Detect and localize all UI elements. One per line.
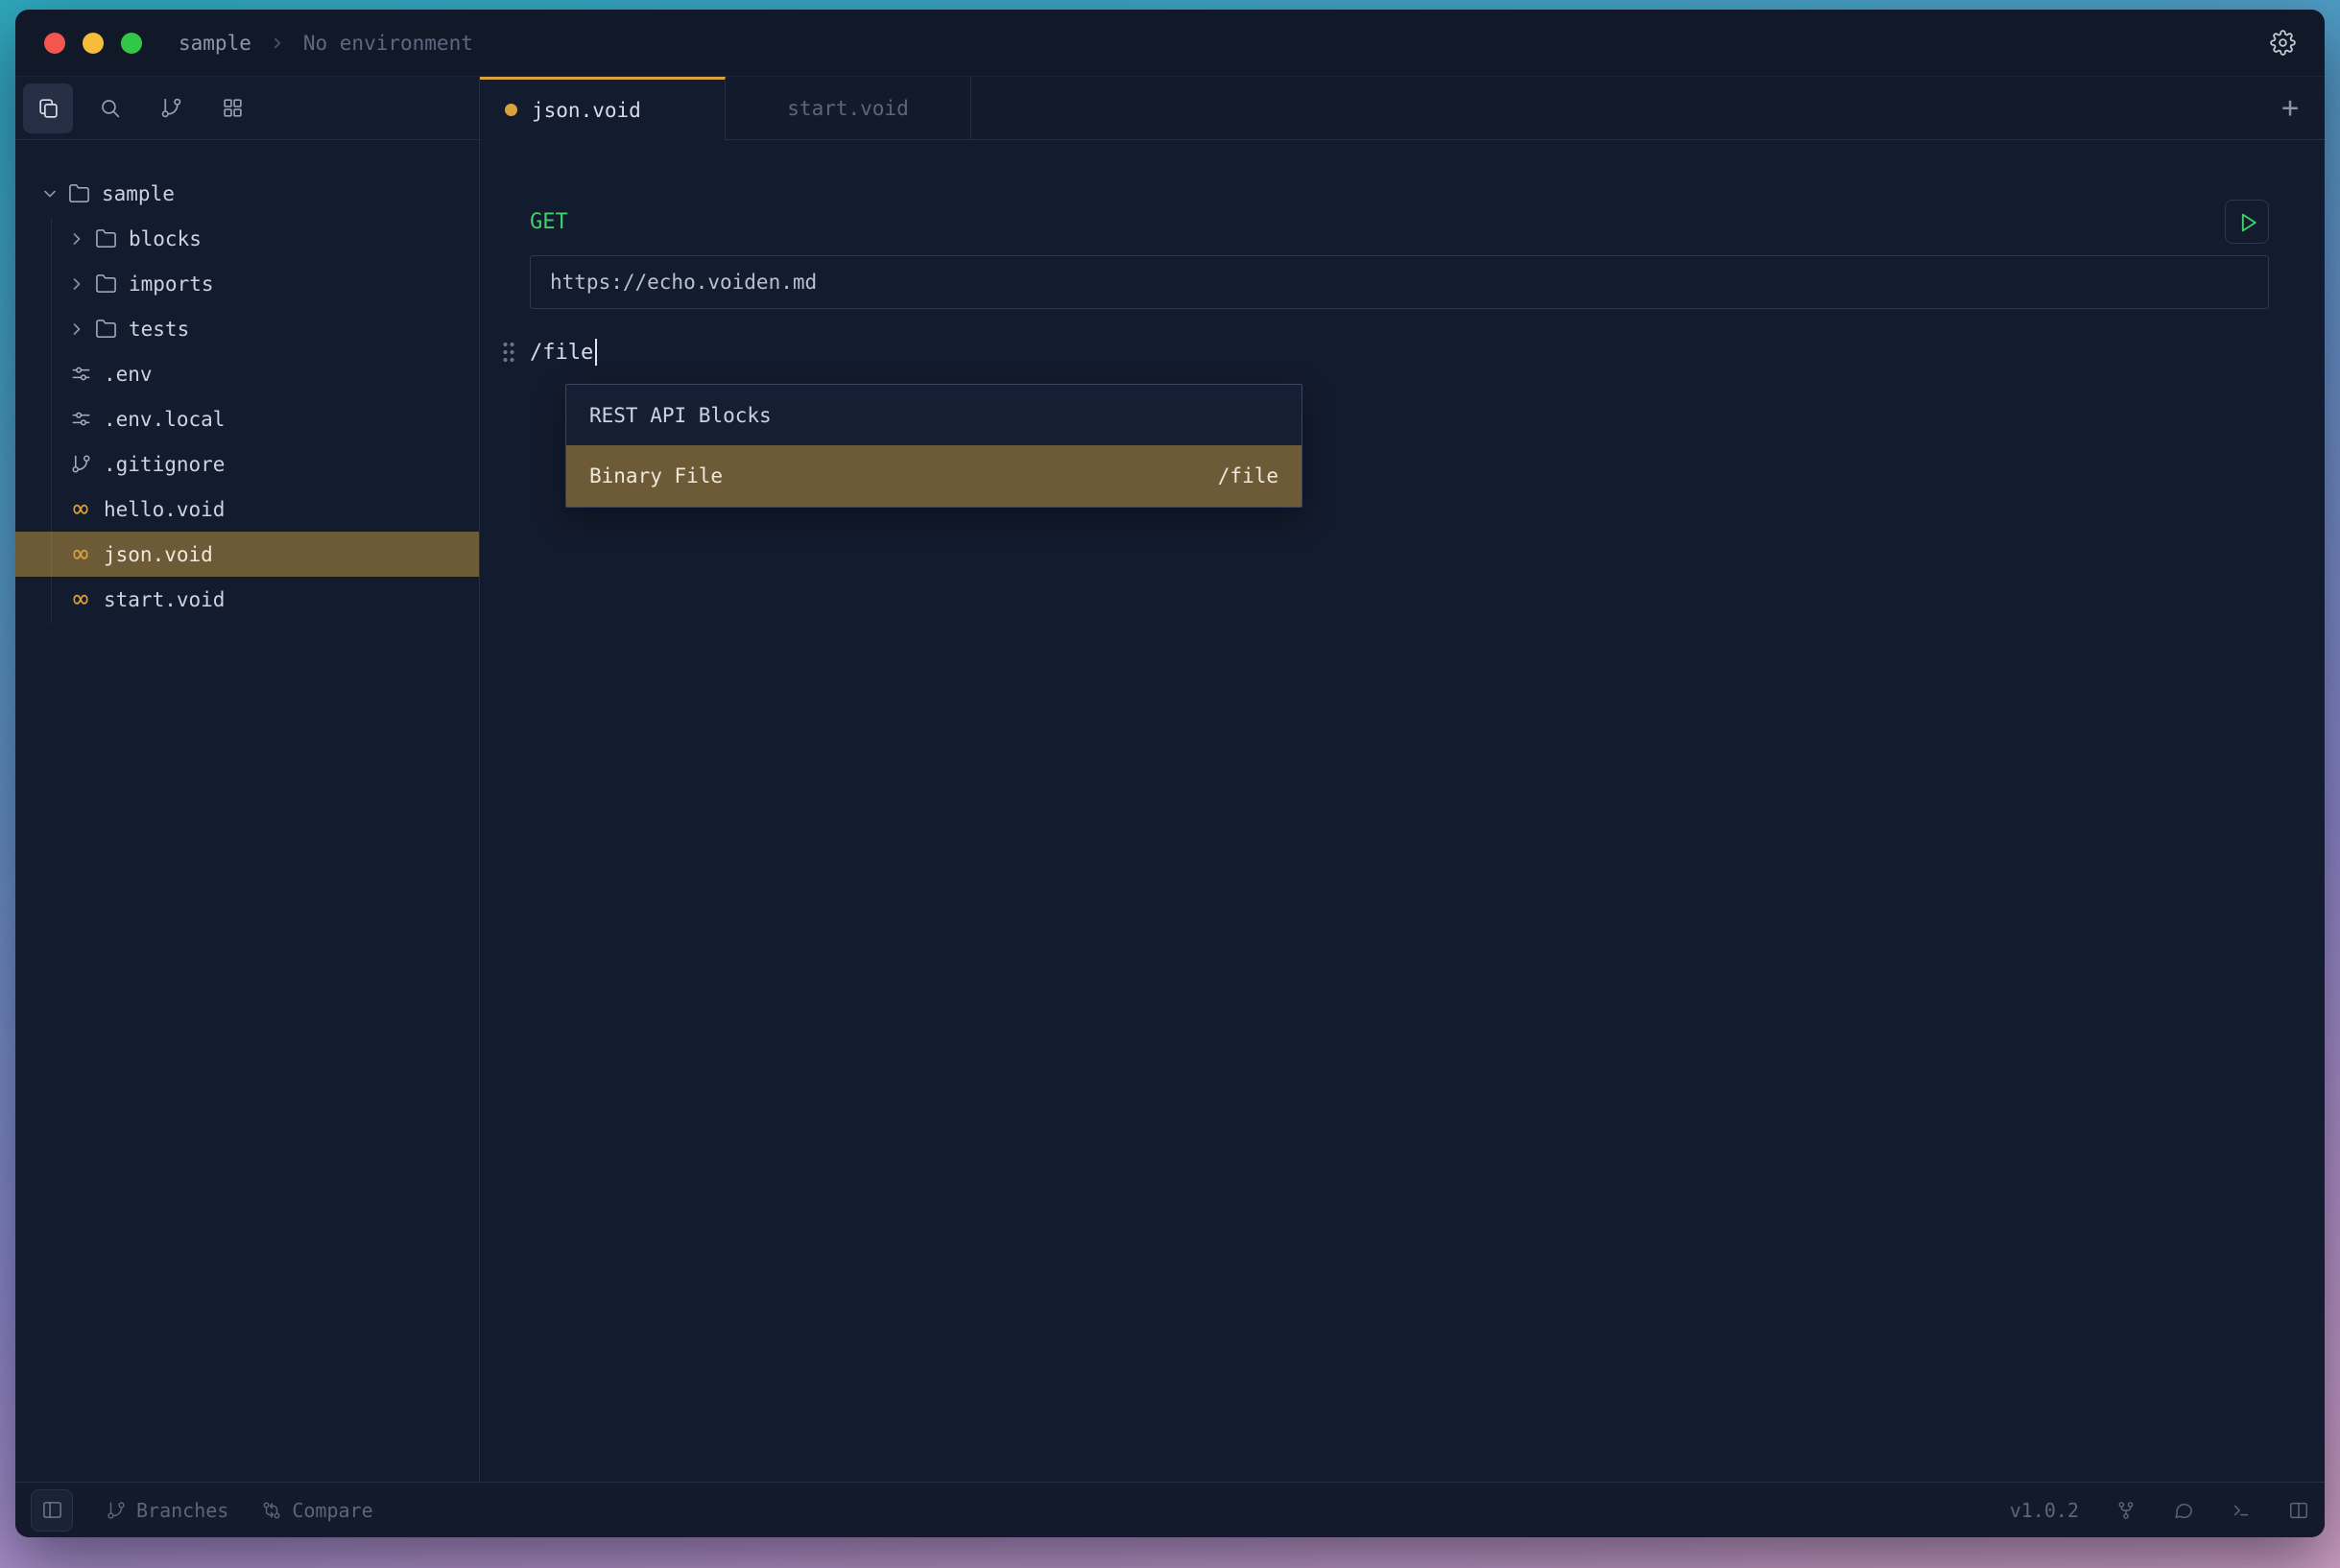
blocks-grid-icon	[221, 96, 245, 120]
folder-icon	[94, 227, 117, 249]
git-branch-icon	[106, 1500, 127, 1521]
tab-label: json.void	[532, 99, 641, 122]
url-input[interactable]: https://echo.voiden.md	[530, 255, 2269, 309]
maximize-window-button[interactable]	[121, 33, 142, 54]
sliders-icon	[69, 363, 92, 385]
chevron-right-icon	[67, 274, 86, 294]
source-control-button[interactable]	[146, 83, 196, 133]
explorer-files-button[interactable]	[23, 83, 73, 133]
chevron-right-icon	[67, 320, 86, 339]
status-bar: Branches Compare v1.0.2	[15, 1482, 2325, 1537]
settings-gear-icon[interactable]	[2270, 30, 2296, 56]
tree-item-label: json.void	[104, 543, 213, 566]
tree-item-json-void[interactable]: ∞ json.void	[15, 532, 479, 577]
plus-icon: +	[2281, 91, 2299, 125]
tree-item-hello-void[interactable]: ∞ hello.void	[15, 487, 479, 532]
tree-item-tests[interactable]: tests	[15, 306, 479, 351]
modified-dot-icon	[505, 104, 517, 116]
tree-item-label: .env	[104, 363, 153, 386]
toggle-sidebar-button[interactable]	[31, 1489, 73, 1532]
play-icon	[2235, 210, 2259, 234]
terminal-icon[interactable]	[2231, 1500, 2252, 1521]
dropdown-header-label: REST API Blocks	[589, 404, 772, 427]
split-panel-icon[interactable]	[2288, 1500, 2309, 1521]
indent-guide	[51, 218, 52, 624]
environment-selector[interactable]: No environment	[303, 32, 473, 55]
tree-item-gitignore[interactable]: .gitignore	[15, 441, 479, 487]
void-infinity-icon: ∞	[69, 545, 92, 564]
void-infinity-icon: ∞	[69, 590, 92, 609]
files-copy-icon	[36, 96, 60, 120]
tree-item-start-void[interactable]: ∞ start.void	[15, 577, 479, 622]
main-area: sample blocks imports tests	[15, 77, 2325, 1482]
traffic-lights	[44, 33, 142, 54]
branches-label: Branches	[136, 1499, 228, 1522]
blocks-button[interactable]	[207, 83, 257, 133]
dropdown-item-value: /file	[1218, 464, 1278, 487]
new-tab-button[interactable]: +	[2256, 77, 2325, 139]
sliders-icon	[69, 408, 92, 430]
compare-icon	[261, 1500, 282, 1521]
statusbar-right: v1.0.2	[2010, 1499, 2309, 1522]
folder-icon	[67, 182, 90, 204]
minimize-window-button[interactable]	[83, 33, 104, 54]
branches-button[interactable]: Branches	[106, 1499, 228, 1522]
panel-left-icon	[41, 1499, 63, 1521]
tree-item-label: imports	[129, 273, 214, 296]
tree-item-label: .env.local	[104, 408, 225, 431]
git-branch-icon	[69, 453, 92, 475]
path-value: /file	[530, 341, 593, 365]
tree-item-label: tests	[129, 318, 189, 341]
search-icon	[98, 96, 122, 120]
tab-json-void[interactable]: json.void	[480, 77, 726, 140]
url-value: https://echo.voiden.md	[550, 271, 817, 294]
dropdown-item-label: Binary File	[589, 464, 723, 487]
tree-item-blocks[interactable]: blocks	[15, 216, 479, 261]
titlebar: sample No environment	[15, 10, 2325, 77]
tab-bar: json.void start.void +	[480, 77, 2325, 140]
tree-item-sample[interactable]: sample	[15, 171, 479, 216]
chevron-down-icon	[40, 184, 60, 203]
compare-button[interactable]: Compare	[261, 1499, 372, 1522]
autocomplete-dropdown: REST API Blocks Binary File /file	[565, 384, 1302, 508]
http-method-label[interactable]: GET	[530, 210, 568, 234]
tree-item-env-local[interactable]: .env.local	[15, 396, 479, 441]
sidebar-toolbar	[15, 77, 479, 140]
git-fork-icon[interactable]	[2115, 1500, 2137, 1521]
app-version: v1.0.2	[2010, 1499, 2079, 1522]
app-window: sample No environment	[15, 10, 2325, 1537]
tab-label: start.void	[787, 97, 908, 120]
path-text[interactable]: /file	[530, 339, 597, 366]
tree-item-label: blocks	[129, 227, 202, 250]
breadcrumb-chevron-icon	[269, 35, 286, 52]
text-cursor	[595, 339, 597, 366]
tree-item-label: start.void	[104, 588, 225, 611]
dropdown-header: REST API Blocks	[566, 385, 1301, 445]
git-branch-icon	[159, 96, 183, 120]
feedback-chat-icon[interactable]	[2173, 1500, 2194, 1521]
dropdown-item-binary-file[interactable]: Binary File /file	[566, 445, 1301, 507]
drag-handle-icon[interactable]	[501, 340, 516, 365]
tree-item-label: sample	[102, 182, 175, 205]
method-row: GET	[530, 200, 2269, 244]
project-name: sample	[179, 32, 251, 55]
tree-item-label: .gitignore	[104, 453, 225, 476]
sidebar: sample blocks imports tests	[15, 77, 480, 1482]
file-tree: sample blocks imports tests	[15, 140, 479, 1482]
tree-item-label: hello.void	[104, 498, 225, 521]
send-request-button[interactable]	[2225, 200, 2269, 244]
request-editor: GET https://echo.voiden.md /fil	[480, 140, 2325, 1482]
editor-column: json.void start.void + GET	[480, 77, 2325, 1482]
search-button[interactable]	[84, 83, 134, 133]
chevron-right-icon	[67, 229, 86, 249]
folder-icon	[94, 273, 117, 295]
tree-item-env[interactable]: .env	[15, 351, 479, 396]
folder-icon	[94, 318, 117, 340]
void-infinity-icon: ∞	[69, 500, 92, 519]
tree-item-imports[interactable]: imports	[15, 261, 479, 306]
compare-label: Compare	[292, 1499, 372, 1522]
path-line[interactable]: /file	[501, 338, 2269, 367]
tab-start-void[interactable]: start.void	[726, 77, 971, 139]
close-window-button[interactable]	[44, 33, 65, 54]
